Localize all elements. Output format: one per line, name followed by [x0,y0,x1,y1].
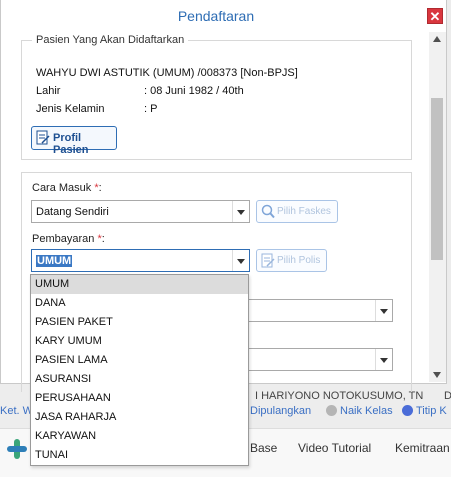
profil-pasien-label: Profil Pasien [53,132,89,156]
profil-pasien-button[interactable]: Profil Pasien [31,126,117,156]
pembayaran-label: Pembayaran *: [32,233,105,245]
scroll-thumb[interactable] [431,98,443,260]
search-icon [261,204,275,219]
jenis-kelamin-value: : P [144,103,158,115]
dropdown-option[interactable]: PASIEN LAMA [31,351,248,370]
cara-masuk-label: Cara Masuk *: [32,182,102,194]
nav-base[interactable]: Base [250,441,277,455]
lahir-value: : 08 Juni 1982 / 40th [144,85,244,97]
pembayaran-dropdown-list[interactable]: UMUM DANA PASIEN PAKET KARY UMUM PASIEN … [30,274,249,466]
nav-kemitraan[interactable]: Kemitraan [395,441,450,455]
dropdown-option[interactable]: ASURANSI [31,370,248,389]
edit-document-icon [36,130,50,145]
cara-masuk-value: Datang Sendiri [36,206,109,218]
pilih-faskes-button[interactable]: Pilih Faskes [256,200,338,223]
legend-naik-kelas: Naik Kelas [326,405,393,417]
chevron-down-icon[interactable] [375,300,392,321]
close-button[interactable]: ✕ [427,8,443,24]
lahir-label: Lahir [36,85,61,97]
jenis-kelamin-label: Jenis Kelamin [36,103,105,115]
dropdown-option[interactable]: KARYAWAN [31,427,248,446]
titip-kamar-dot-icon [402,405,413,416]
naik-kelas-dot-icon [326,405,337,416]
pilih-polis-label: Pilih Polis [277,255,321,266]
patient-name-line: WAHYU DWI ASTUTIK (UMUM) /008373 [Non-BP… [36,67,298,79]
pilih-polis-button[interactable]: Pilih Polis [256,249,327,272]
scroll-down-icon[interactable] [433,372,441,378]
dropdown-option[interactable]: PERUSAHAAN [31,389,248,408]
chevron-down-icon[interactable] [232,250,249,271]
nav-video-tutorial[interactable]: Video Tutorial [298,441,371,455]
modal-scrollbar[interactable] [429,32,446,382]
dropdown-option[interactable]: PASIEN PAKET [31,313,248,332]
edit-document-icon [261,253,275,268]
legend-titip-kamar: Titip K [402,405,447,417]
pembayaran-value: UMUM [36,255,73,267]
dropdown-option[interactable]: UMUM [31,275,248,294]
patient-section-legend: Pasien Yang Akan Didaftarkan [32,34,189,46]
doctor-trailing: D [444,390,451,402]
cara-masuk-select[interactable]: Datang Sendiri [31,200,250,223]
scroll-up-icon[interactable] [433,36,441,42]
modal-title: Pendaftaran [177,8,255,24]
dropdown-option[interactable]: TUNAI [31,446,248,465]
legend-left-label: Ket. W [0,405,34,417]
dropdown-option[interactable]: DANA [31,294,248,313]
app-logo-icon [7,439,27,459]
chevron-down-icon[interactable] [375,349,392,370]
pembayaran-select[interactable]: UMUM [31,249,250,272]
dropdown-option[interactable]: KARY UMUM [31,332,248,351]
dropdown-option[interactable]: JASA RAHARJA [31,408,248,427]
pilih-faskes-label: Pilih Faskes [277,206,331,217]
chevron-down-icon[interactable] [232,201,249,222]
